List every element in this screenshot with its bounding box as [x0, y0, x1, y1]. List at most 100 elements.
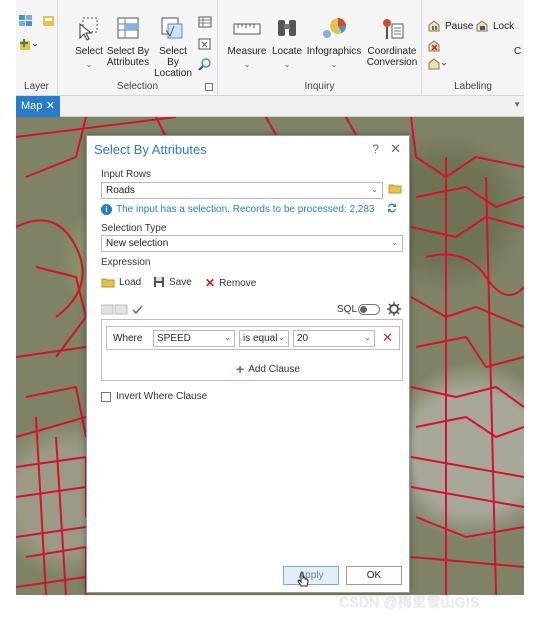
refresh-icon[interactable] [385, 201, 399, 218]
plus-icon: + [236, 361, 245, 377]
select-by-location-label-1: Select By [159, 46, 187, 68]
input-rows-label: Input Rows [101, 169, 152, 180]
ribbon-group-layer: Layer [16, 0, 58, 96]
ok-button[interactable]: OK [346, 566, 402, 585]
help-icon[interactable]: ? [372, 142, 379, 156]
invert-where-clause-checkbox[interactable]: Invert Where Clause [101, 391, 207, 402]
tab-map[interactable]: Map ✕ [16, 96, 60, 117]
save-button[interactable]: Save [153, 276, 192, 288]
locate-button[interactable]: Locate ⌄ [270, 16, 304, 70]
lock-button[interactable]: Lock [476, 20, 514, 32]
field-select[interactable]: SPEED ⌄ [153, 330, 235, 347]
unplaced-labels-icon [428, 40, 440, 52]
remove-button[interactable]: ✕ Remove [205, 276, 256, 290]
add-clause-button[interactable]: + Add Clause [236, 361, 300, 377]
chevron-down-icon: ⌄ [243, 60, 251, 69]
coordinate-conversion-button[interactable]: Coordinate Conversion [364, 16, 420, 68]
attributes-table-icon[interactable] [198, 16, 212, 32]
select-by-attributes-label-2: Attributes [106, 57, 150, 68]
browse-folder-icon[interactable] [388, 182, 402, 197]
operator-value: is equal [243, 333, 278, 344]
delete-clause-icon[interactable]: ✕ [382, 330, 393, 346]
chevron-down-icon: ⌄ [371, 185, 378, 194]
label-priority-icon [428, 58, 447, 70]
select-by-attributes-button[interactable]: Select By Attributes [106, 16, 150, 68]
dialog-title: Select By Attributes [94, 142, 207, 157]
ribbon-group-selection: Select ⌄ Select By Attributes Select By … [58, 0, 218, 96]
add-layer-icon[interactable] [18, 38, 38, 55]
ribbon-group-inquiry: Measure ⌄ Locate ⌄ Infographics ⌄ Coordi… [218, 0, 422, 96]
value-value: 20 [297, 333, 309, 344]
lock-icon [476, 20, 488, 32]
selection-info-text: The input has a selection. Records to be… [116, 204, 375, 215]
gear-icon[interactable] [387, 302, 401, 319]
selection-type-value: New selection [106, 238, 169, 249]
folder-open-icon [101, 278, 115, 288]
ribbon: Layer Select ⌄ Select By Attributes Sele… [16, 0, 524, 96]
view-unplaced-button[interactable] [428, 40, 442, 52]
measure-button[interactable]: Measure ⌄ [224, 16, 270, 70]
where-clause-row: Where SPEED ⌄ is equal ⌄ 20 ⌄ ✕ [106, 326, 400, 350]
clause-mode-toggle[interactable] [100, 304, 145, 319]
save-icon [154, 277, 164, 287]
field-value: SPEED [157, 333, 191, 344]
remove-label: Remove [219, 277, 257, 289]
chevron-down-icon: ⌄ [330, 60, 338, 69]
selection-type-select[interactable]: New selection ⌄ [101, 235, 403, 252]
add-clause-label: Add Clause [248, 363, 300, 375]
select-by-location-button[interactable]: Select By Location [152, 16, 194, 79]
operator-select[interactable]: is equal ⌄ [239, 330, 289, 347]
chevron-down-icon: ⌄ [85, 60, 93, 69]
coordinate-conversion-label-2: Conversion [366, 57, 418, 68]
load-button[interactable]: Load [101, 276, 141, 288]
pause-button[interactable]: Pause [428, 20, 473, 32]
clause-builder: Where SPEED ⌄ is equal ⌄ 20 ⌄ ✕ + Add Cl… [101, 319, 403, 381]
chevron-down-icon: ⌄ [283, 60, 291, 69]
chevron-down-icon: ⌄ [224, 333, 231, 342]
zoom-to-selection-icon[interactable] [198, 58, 212, 74]
save-label: Save [169, 276, 192, 288]
clear-selection-icon[interactable] [198, 38, 212, 54]
infographics-label: Infographics [306, 46, 362, 57]
input-rows-select[interactable]: Roads ⌄ [101, 182, 383, 199]
mouse-cursor-icon [297, 572, 309, 591]
selection-info: i The input has a selection. Records to … [101, 204, 375, 215]
locate-label: Locate [271, 46, 303, 57]
input-rows-value: Roads [106, 185, 135, 196]
where-label: Where [113, 333, 143, 344]
expression-label: Expression [101, 257, 151, 268]
close-icon[interactable]: ✕ [46, 99, 55, 112]
apply-button[interactable]: Apply [283, 566, 339, 585]
clipped-ribbon-label: C [514, 46, 522, 57]
ribbon-group-layer-label: Layer [23, 81, 49, 92]
ribbon-group-inquiry-label: Inquiry [304, 81, 335, 92]
chevron-down-icon: ⌄ [391, 238, 398, 247]
add-data-icon[interactable] [42, 14, 56, 31]
measure-label: Measure [227, 46, 267, 57]
close-icon[interactable]: ✕ [390, 141, 401, 157]
remove-icon: ✕ [205, 276, 216, 290]
ribbon-group-labeling: Pause Lock C Labeling [422, 0, 524, 96]
select-label: Select [75, 46, 103, 57]
select-button[interactable]: Select ⌄ [72, 16, 106, 70]
clipped-ribbon-button[interactable]: C [514, 46, 524, 57]
sql-toggle[interactable] [358, 304, 380, 315]
basemap-icon[interactable] [18, 14, 34, 31]
chevron-down-icon: ⌄ [278, 333, 285, 342]
tab-map-label: Map [21, 100, 43, 112]
label-priority-button[interactable] [428, 58, 448, 70]
chevron-down-icon[interactable]: ▼ [513, 100, 521, 109]
coordinate-conversion-label-1: Coordinate [367, 46, 417, 57]
infographics-button[interactable]: Infographics ⌄ [304, 16, 364, 70]
info-icon: i [101, 204, 112, 215]
chevron-down-icon: ⌄ [364, 333, 371, 342]
sql-label: SQL [337, 304, 358, 315]
ribbon-group-selection-label: Selection [116, 81, 159, 92]
pause-icon [428, 20, 440, 32]
select-by-location-label-2: Location [154, 68, 192, 79]
value-select[interactable]: 20 ⌄ [293, 330, 375, 347]
checkbox-icon [101, 391, 111, 402]
selection-type-label: Selection Type [101, 223, 167, 234]
invert-where-clause-label: Invert Where Clause [116, 391, 208, 402]
watermark: CSDN @梅里雪山GIS [339, 594, 480, 610]
